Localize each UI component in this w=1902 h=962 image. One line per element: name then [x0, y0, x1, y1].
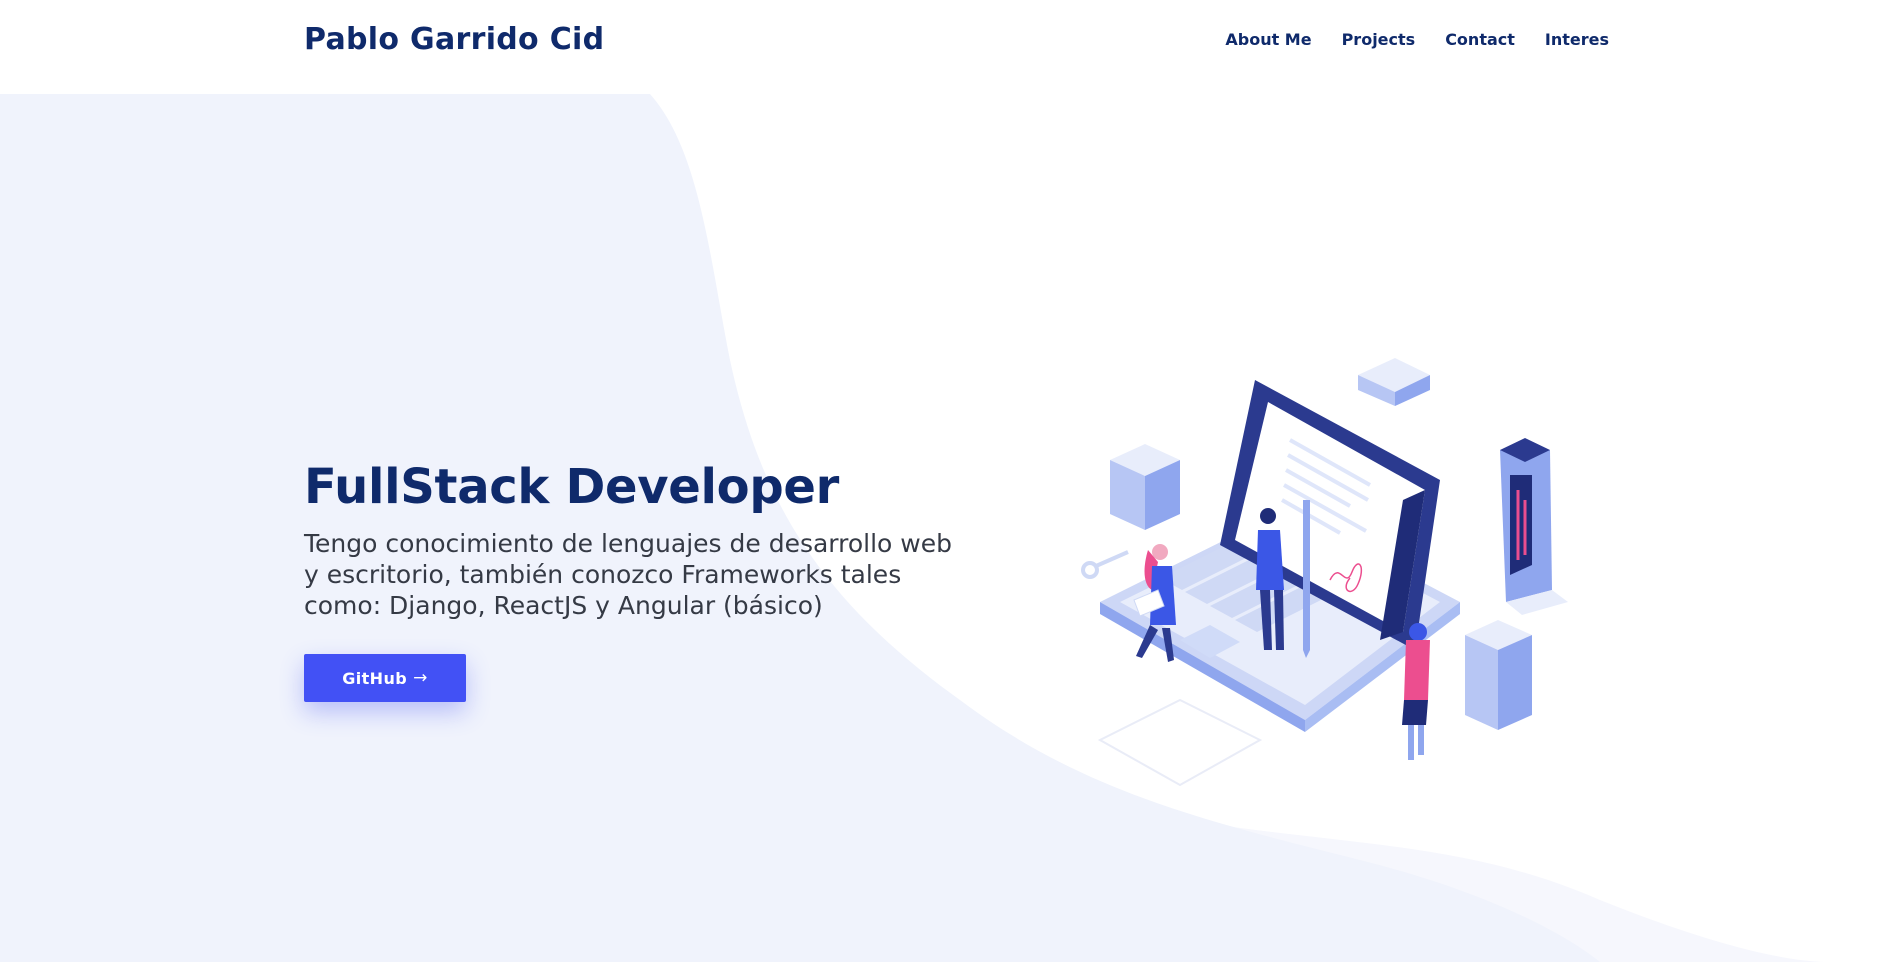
hero-title: FullStack Developer [304, 459, 840, 515]
nav-item-contact[interactable]: Contact [1445, 30, 1515, 49]
nav-item-about-me[interactable]: About Me [1225, 30, 1311, 49]
brand-name[interactable]: Pablo Garrido Cid [304, 22, 604, 57]
github-button[interactable]: GitHub → [304, 654, 466, 702]
arrow-right-icon: → [413, 668, 428, 688]
hero-description: Tengo conocimiento de lenguajes de desar… [304, 529, 952, 620]
developer-illustration [1081, 358, 1568, 787]
top-navbar: Pablo Garrido Cid About Me Projects Cont… [0, 0, 1902, 94]
hero-section: FullStack Developer Tengo conocimiento d… [304, 458, 1004, 702]
github-button-label: GitHub [342, 668, 408, 688]
main-nav: About Me Projects Contact Interes [1195, 30, 1609, 49]
nav-item-interes[interactable]: Interes [1545, 30, 1609, 49]
nav-item-projects[interactable]: Projects [1342, 30, 1416, 49]
